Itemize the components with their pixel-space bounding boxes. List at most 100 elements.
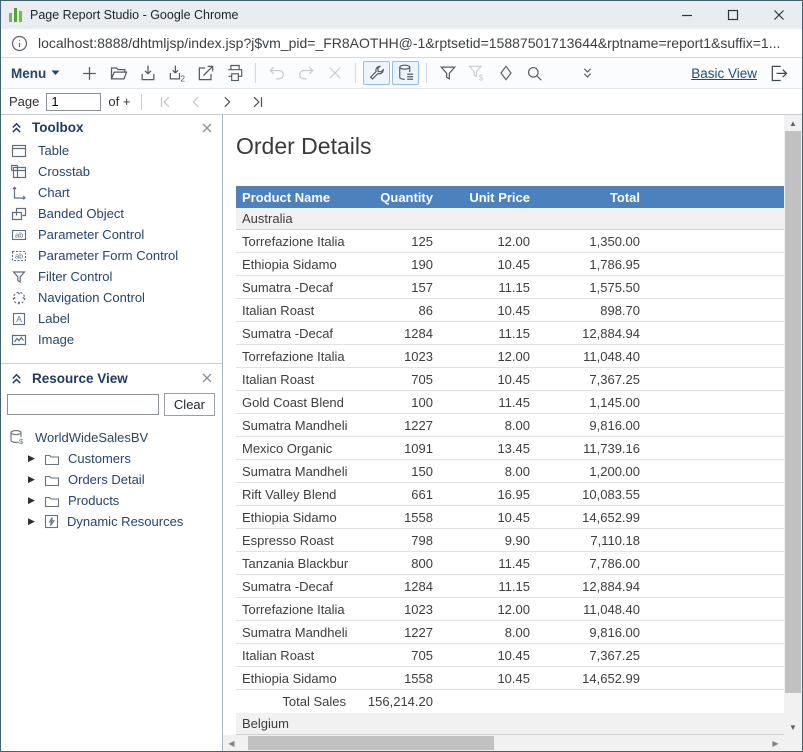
previous-page-button[interactable]	[184, 92, 208, 112]
toolbox-item-parameter-control[interactable]: ab Parameter Control	[1, 224, 222, 245]
expand-caret-icon[interactable]: ▶	[28, 474, 36, 485]
filter-money-button[interactable]: $	[463, 61, 490, 85]
tree-node-customers[interactable]: ▶ Customers	[1, 448, 222, 469]
search-button[interactable]	[521, 61, 548, 85]
cell-total[interactable]: 9,816.00	[534, 625, 644, 640]
cell-unit-price[interactable]: 8.00	[437, 625, 534, 640]
cell-product-name[interactable]: Torrefazione Italia	[236, 602, 358, 617]
cell-unit-price[interactable]: 13.45	[437, 441, 534, 456]
cell-total[interactable]: 11,739.16	[534, 441, 644, 456]
cell-product-name[interactable]: Sumatra -Decaf	[236, 280, 358, 295]
cell-unit-price[interactable]: 9.90	[437, 533, 534, 548]
open-button[interactable]	[105, 61, 132, 85]
cell-quantity[interactable]: 1091	[358, 441, 437, 456]
cell-total[interactable]: 14,652.99	[534, 671, 644, 686]
expand-caret-icon[interactable]: ▶	[28, 495, 36, 506]
cell-product-name[interactable]: Italian Roast	[236, 648, 358, 663]
minimize-button[interactable]	[664, 1, 710, 29]
toolbox-toggle-button[interactable]	[363, 61, 390, 85]
cell-total[interactable]: 898.70	[534, 303, 644, 318]
group-row-belgium[interactable]: Belgium	[236, 713, 784, 735]
cell-quantity[interactable]: 1284	[358, 326, 437, 341]
horizontal-scrollbar-thumb[interactable]	[248, 736, 494, 750]
cell-quantity[interactable]: 1284	[358, 579, 437, 594]
tree-node-dynamic-resources[interactable]: ▶ Dynamic Resources	[1, 511, 222, 532]
cell-total[interactable]: 7,367.25	[534, 648, 644, 663]
menu-button[interactable]: Menu	[11, 66, 60, 81]
header-total[interactable]: Total	[534, 190, 644, 205]
toolbox-item-filter-control[interactable]: Filter Control	[1, 266, 222, 287]
cell-product-name[interactable]: Italian Roast	[236, 303, 358, 318]
next-page-button[interactable]	[215, 92, 239, 112]
tree-root-worldwidesalesbv[interactable]: $ WorldWideSalesBV	[1, 426, 222, 448]
cell-unit-price[interactable]: 10.45	[437, 648, 534, 663]
new-report-button[interactable]	[76, 61, 103, 85]
address-bar[interactable]: localhost:8888/dhtmljsp/index.jsp?j$vm_p…	[1, 29, 802, 58]
cell-unit-price[interactable]: 8.00	[437, 464, 534, 479]
close-resource-view-button[interactable]	[201, 372, 213, 384]
print-button[interactable]	[221, 61, 248, 85]
toolbox-item-chart[interactable]: Chart	[1, 182, 222, 203]
toolbox-item-crosstab[interactable]: Crosstab	[1, 161, 222, 182]
cell-total[interactable]: 10,083.55	[534, 487, 644, 502]
cell-product-name[interactable]: Sumatra Mandheli	[236, 625, 358, 640]
horizontal-scrollbar[interactable]: ◀ ▶	[223, 735, 784, 751]
close-toolbox-button[interactable]	[201, 122, 213, 134]
header-quantity[interactable]: Quantity	[358, 190, 437, 205]
report-title[interactable]: Order Details	[236, 130, 784, 162]
cell-product-name[interactable]: Italian Roast	[236, 372, 358, 387]
more-tools-button[interactable]	[574, 61, 601, 85]
cell-unit-price[interactable]: 10.45	[437, 257, 534, 272]
cell-quantity[interactable]: 661	[358, 487, 437, 502]
cell-unit-price[interactable]: 12.00	[437, 234, 534, 249]
cell-quantity[interactable]: 1227	[358, 625, 437, 640]
cell-quantity[interactable]: 157	[358, 280, 437, 295]
cell-quantity[interactable]: 190	[358, 257, 437, 272]
cell-total[interactable]: 1,350.00	[534, 234, 644, 249]
cell-quantity[interactable]: 100	[358, 395, 437, 410]
resource-search-input[interactable]	[7, 394, 159, 415]
scroll-down-arrow[interactable]: ▼	[784, 719, 802, 735]
scroll-right-arrow[interactable]: ▶	[767, 735, 784, 751]
cell-total[interactable]: 12,884.94	[534, 326, 644, 341]
cell-unit-price[interactable]: 10.45	[437, 671, 534, 686]
cell-quantity[interactable]: 1558	[358, 510, 437, 525]
cell-quantity[interactable]: 1023	[358, 349, 437, 364]
cell-unit-price[interactable]: 11.45	[437, 395, 534, 410]
expand-caret-icon[interactable]: ▶	[28, 453, 36, 464]
cell-product-name[interactable]: Gold Coast Blend	[236, 395, 358, 410]
cell-quantity[interactable]: 705	[358, 372, 437, 387]
cell-product-name[interactable]: Sumatra -Decaf	[236, 326, 358, 341]
total-value[interactable]: 156,214.20	[358, 694, 437, 709]
vertical-scrollbar[interactable]: ▲ ▼	[784, 115, 802, 735]
cell-unit-price[interactable]: 11.45	[437, 556, 534, 571]
tree-node-products[interactable]: ▶ Products	[1, 490, 222, 511]
cell-total[interactable]: 9,816.00	[534, 418, 644, 433]
cell-quantity[interactable]: 798	[358, 533, 437, 548]
save-button[interactable]	[134, 61, 161, 85]
page-number-input[interactable]	[46, 93, 101, 111]
cell-product-name[interactable]: Ethiopia Sidamo	[236, 510, 358, 525]
cell-product-name[interactable]: Espresso Roast	[236, 533, 358, 548]
cell-unit-price[interactable]: 11.15	[437, 326, 534, 341]
cell-product-name[interactable]: Torrefazione Italia	[236, 234, 358, 249]
cell-unit-price[interactable]: 10.45	[437, 303, 534, 318]
toolbox-item-label-tool[interactable]: A Label	[1, 308, 222, 329]
cell-product-name[interactable]: Sumatra Mandheli	[236, 464, 358, 479]
cell-unit-price[interactable]: 8.00	[437, 418, 534, 433]
page-count-label[interactable]: of +	[108, 94, 130, 109]
save-as-button[interactable]: 2	[163, 61, 190, 85]
scroll-up-arrow[interactable]: ▲	[784, 115, 802, 131]
close-button[interactable]	[756, 1, 802, 29]
url-text[interactable]: localhost:8888/dhtmljsp/index.jsp?j$vm_p…	[38, 35, 780, 51]
cell-product-name[interactable]: Ethiopia Sidamo	[236, 257, 358, 272]
toolbox-item-image[interactable]: Image	[1, 329, 222, 350]
cell-total[interactable]: 1,575.50	[534, 280, 644, 295]
cell-product-name[interactable]: Mexico Organic	[236, 441, 358, 456]
scroll-left-arrow[interactable]: ◀	[223, 735, 240, 751]
toolbox-item-banded-object[interactable]: Banded Object	[1, 203, 222, 224]
cell-total[interactable]: 11,048.40	[534, 602, 644, 617]
shape-button[interactable]	[492, 61, 519, 85]
cell-product-name[interactable]: Torrefazione Italia	[236, 349, 358, 364]
cell-quantity[interactable]: 86	[358, 303, 437, 318]
